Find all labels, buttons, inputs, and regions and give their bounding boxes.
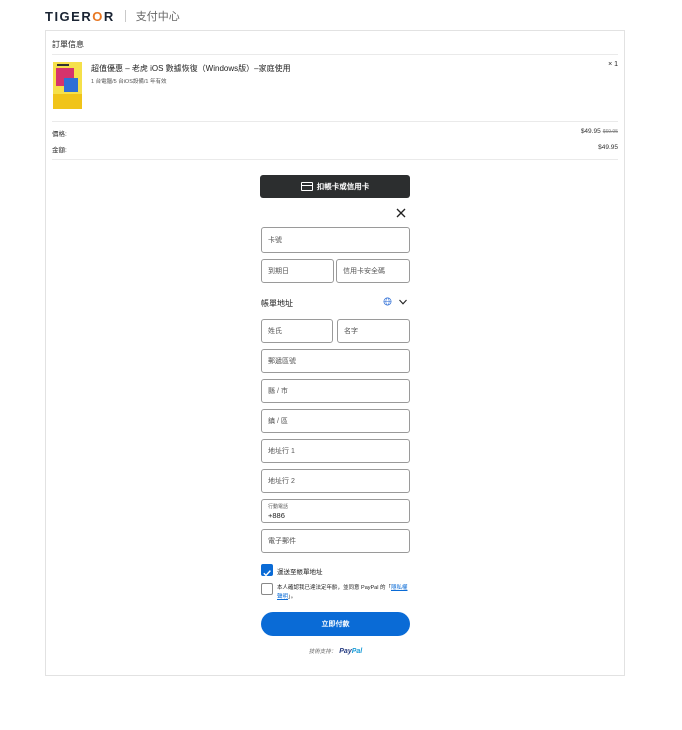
pay-now-button[interactable]: 立即付款 — [261, 612, 410, 636]
expiry-placeholder: 到期日 — [268, 268, 289, 275]
first-name-placeholder: 姓氏 — [268, 328, 282, 335]
phone-label: 行動電話 — [268, 504, 289, 510]
terms-text: 本人確認我已達法定年齡，並同意 PayPal 的「隱私權聲明」。 — [277, 584, 412, 602]
last-name-placeholder: 名字 — [344, 328, 358, 335]
payment-method-label: 扣帳卡或信用卡 — [316, 182, 370, 191]
product-image — [53, 62, 82, 109]
address-line1-input[interactable]: 地址行 1 — [261, 439, 410, 463]
email-placeholder: 電子郵件 — [268, 538, 296, 545]
cvv-placeholder: 信用卡安全碼 — [343, 268, 385, 275]
address1-placeholder: 地址行 1 — [268, 448, 295, 455]
order-title: 訂單信息 — [52, 40, 84, 49]
cvv-input[interactable]: 信用卡安全碼 — [336, 259, 410, 283]
city-input[interactable]: 縣 / 市 — [261, 379, 410, 403]
last-name-input[interactable]: 名字 — [337, 319, 410, 343]
price-value: $49.95 $69.95 — [581, 128, 618, 135]
header: TIGEROR 支付中心 — [45, 8, 180, 24]
divider — [52, 54, 618, 55]
powered-by: 技術支持： PayPal — [261, 647, 410, 655]
ship-to-billing-label: 運送至帳單地址 — [277, 569, 323, 576]
terms-before: 本人確認我已達法定年齡，並同意 PayPal 的「 — [277, 585, 391, 591]
header-divider — [124, 10, 126, 22]
divider — [52, 159, 618, 160]
city-placeholder: 縣 / 市 — [268, 388, 288, 395]
total-value: $49.95 — [598, 144, 618, 151]
phone-input[interactable]: 行動電話 +886 — [261, 499, 410, 523]
billing-address-title: 帳單地址 — [261, 299, 293, 308]
brand-suffix: R — [103, 8, 115, 24]
terms-checkbox[interactable] — [261, 583, 273, 595]
address2-placeholder: 地址行 2 — [268, 478, 295, 485]
card-number-input[interactable]: 卡號 — [261, 227, 410, 253]
postal-placeholder: 郵遞區號 — [268, 358, 296, 365]
checkmark-icon — [263, 570, 271, 577]
credit-card-icon — [300, 182, 313, 191]
total-label: 金額: — [52, 147, 67, 154]
brand-o: O — [92, 8, 104, 24]
brand-logo[interactable]: TIGEROR — [45, 9, 115, 24]
paypal-logo: PayPal — [339, 648, 362, 655]
price-label: 價格: — [52, 131, 67, 138]
product-subtitle: 1 台電腦/5 台iOS設備/1 年有效 — [91, 79, 167, 85]
address-line2-input[interactable]: 地址行 2 — [261, 469, 410, 493]
globe-icon[interactable] — [383, 297, 392, 306]
divider — [52, 121, 618, 122]
price-current: $49.95 — [580, 128, 601, 135]
district-placeholder: 鎮 / 區 — [268, 418, 288, 425]
brand-prefix: TIGER — [45, 8, 93, 24]
ship-to-billing-checkbox[interactable] — [261, 564, 273, 577]
price-original: $69.95 — [602, 129, 618, 135]
header-subtitle: 支付中心 — [135, 11, 180, 23]
expiry-input[interactable]: 到期日 — [261, 259, 334, 283]
product-name: 超值優惠 – 老虎 iOS 數據恢復（Windows版）–家庭使用 — [91, 64, 291, 73]
email-input[interactable]: 電子郵件 — [261, 529, 410, 553]
order-card: 訂單信息 超值優惠 – 老虎 iOS 數據恢復（Windows版）–家庭使用 1… — [45, 30, 625, 676]
phone-value: +886 — [268, 511, 285, 520]
postal-code-input[interactable]: 郵遞區號 — [261, 349, 410, 373]
powered-by-label: 技術支持： — [308, 649, 337, 655]
chevron-down-icon[interactable] — [398, 297, 408, 307]
debit-credit-card-button[interactable]: 扣帳卡或信用卡 — [260, 175, 410, 198]
terms-after: 」。 — [288, 594, 297, 600]
first-name-input[interactable]: 姓氏 — [261, 319, 333, 343]
district-input[interactable]: 鎮 / 區 — [261, 409, 410, 433]
card-number-placeholder: 卡號 — [268, 237, 282, 244]
paypal-pal: Pal — [351, 648, 363, 655]
paypal-pay: Pay — [339, 648, 352, 655]
close-icon[interactable] — [395, 207, 407, 219]
product-quantity: × 1 — [608, 61, 618, 68]
